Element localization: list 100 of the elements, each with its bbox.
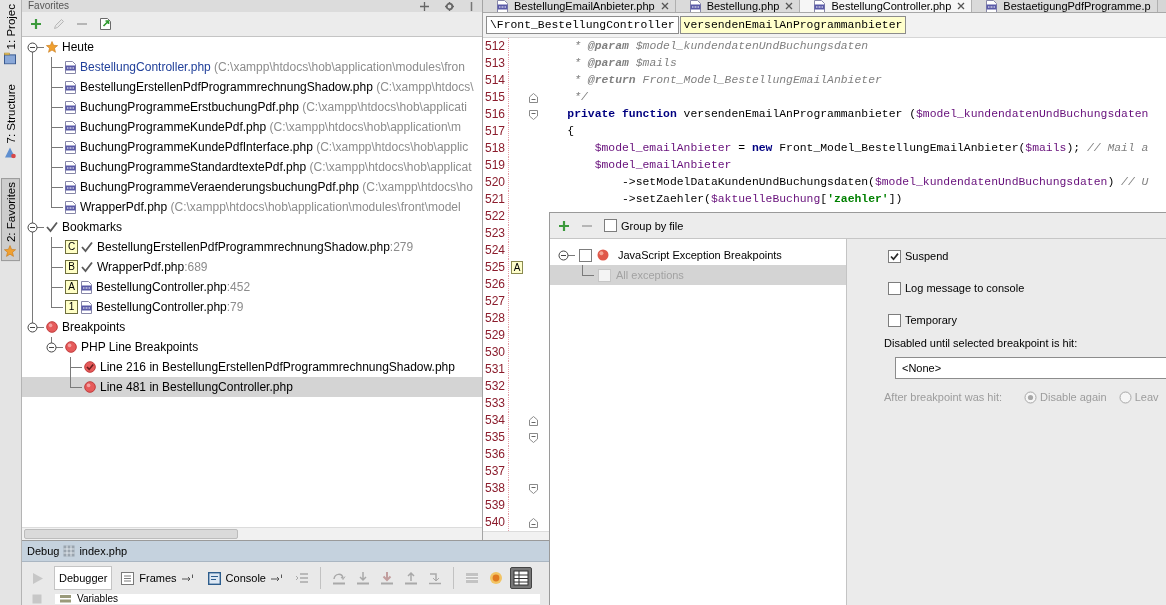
scrollbar[interactable]	[483, 531, 549, 540]
line-number: 522	[483, 208, 509, 225]
tree-item[interactable]: BuchungProgrammeKundePdf.php (C:\xampp\htdocs\hob\application\m	[22, 117, 465, 137]
tree-item[interactable]: PHP Line Breakpoints	[22, 337, 203, 357]
editor-tab[interactable]: BestaetigungPdfProgramme.p	[972, 0, 1158, 12]
tree-item[interactable]: Line 481 in BestellungController.php	[22, 377, 482, 397]
checkbox[interactable]	[604, 219, 617, 232]
tree-item[interactable]: BuchungProgrammeVeraenderungsbuchungPdf.php (C:\xampp\htdocs\ho	[22, 177, 477, 197]
code-line: private function versendenEmailAnProgrammanbieter ($model_kundendatenUndBuchungsdaten	[567, 107, 1149, 122]
expander-icon[interactable]	[27, 221, 38, 233]
checkmark-icon	[81, 261, 93, 273]
checkbox[interactable]	[888, 281, 901, 295]
tool-window-button[interactable]: 1: Projec	[1, 0, 20, 69]
tab[interactable]: Console	[202, 566, 288, 590]
fold-marker-icon[interactable]	[529, 517, 538, 528]
export-button[interactable]	[99, 17, 112, 31]
editor-tab[interactable]: BestellungEmailAnbieter.php	[483, 0, 676, 12]
checkmark-icon	[81, 241, 93, 253]
expander-icon[interactable]	[558, 249, 569, 261]
tree-item[interactable]: BuchungProgrammeStandardtextePdf.php (C:\xampp\htdocs\hob\applicat	[22, 157, 476, 177]
file-icon	[497, 0, 508, 12]
fold-marker-icon[interactable]	[529, 92, 538, 103]
breadcrumb[interactable]: versendenEmailAnProgrammanbieter	[679, 16, 907, 34]
add-button[interactable]	[30, 18, 42, 30]
bookmark-mnemonic: A	[65, 280, 78, 294]
line-number: 530	[483, 344, 509, 361]
dropdown[interactable]: <None>	[895, 357, 1166, 379]
pencil-icon	[53, 18, 65, 30]
settings-icon[interactable]	[444, 1, 455, 11]
bars-icon	[60, 595, 71, 603]
bar-icon[interactable]	[469, 1, 474, 11]
checkbox-label[interactable]: Group by file	[621, 219, 684, 232]
bookmark-mnemonic: 1	[65, 300, 78, 314]
checkbox-label[interactable]: Suspend	[905, 250, 949, 262]
tool-window-button[interactable]: 7: Structure	[1, 80, 20, 163]
code-line: {	[567, 124, 575, 139]
code-line: $model_emailAnbieter	[594, 158, 732, 173]
scrollbar-thumb[interactable]	[24, 529, 238, 539]
file-icon	[81, 280, 92, 294]
console-icon	[207, 571, 221, 585]
expander-icon[interactable]	[27, 321, 38, 333]
tree-item[interactable]: C BestellungErstellenPdfProgrammrechnungShadow.php:279	[22, 237, 418, 257]
step-into-icon	[379, 571, 394, 585]
expander-icon[interactable]	[46, 341, 57, 353]
star-icon	[4, 244, 17, 257]
fold-marker-icon[interactable]	[529, 483, 538, 494]
line-number: 533	[483, 395, 509, 412]
line-number: 528	[483, 310, 509, 327]
tree-item[interactable]: A BestellungController.php:452	[22, 277, 255, 297]
editor-tab[interactable]: BestellungController.php	[800, 0, 973, 12]
tree-item[interactable]: 1 BestellungController.php:79	[22, 297, 248, 317]
fold-marker-icon[interactable]	[529, 415, 538, 426]
code-line: * @return Front_Model_BestellungEmailAnbieter	[574, 73, 882, 88]
pin-arrow-icon[interactable]	[270, 574, 283, 582]
frames-icon	[121, 571, 135, 585]
code-line: * @param $model_kundendatenUndBuchungsdaten	[574, 39, 869, 54]
tree-item[interactable]: B WrapperPdf.php:689	[22, 257, 212, 277]
cross-icon[interactable]	[419, 1, 430, 11]
session-tab[interactable]: index.php	[79, 545, 128, 557]
checkbox[interactable]	[579, 248, 592, 262]
expander-icon[interactable]	[27, 41, 38, 53]
tree-item[interactable]: BestellungController.php (C:\xampp\htdocs\hob\application\modules\fron	[22, 57, 469, 77]
breakpoint-icon	[46, 321, 58, 333]
fold-marker-icon[interactable]	[529, 432, 538, 443]
tree-item[interactable]: WrapperPdf.php (C:\xampp\htdocs\hob\application\modules\front\model	[22, 197, 465, 217]
tree-item[interactable]: Breakpoints	[22, 317, 130, 337]
checkbox-label[interactable]: Log message to console	[905, 282, 1025, 294]
tab[interactable]: Frames	[116, 566, 199, 590]
checkbox[interactable]	[888, 313, 901, 327]
tree-item[interactable]: JavaScript Exception Breakpoints	[550, 245, 786, 265]
code-line: * @param $mails	[574, 56, 677, 71]
tree-item[interactable]: BestellungErstellenPdfProgrammrechnungShadow.php (C:\xampp\htdocs\	[22, 77, 478, 97]
add-button[interactable]	[558, 219, 570, 232]
line-number: 513	[483, 55, 509, 72]
tab[interactable]: Debugger	[54, 566, 113, 590]
toolbar-button[interactable]	[509, 567, 532, 589]
line-number: 537	[483, 463, 509, 480]
circle-icon	[488, 571, 503, 585]
breadcrumb[interactable]: \Front_BestellungController	[486, 16, 679, 34]
tool-window-button[interactable]: 2: Favorites	[1, 177, 20, 261]
file-icon	[65, 160, 76, 174]
step-out-icon	[403, 571, 418, 585]
tree-item[interactable]: BuchungProgrammeErstbuchungPdf.php (C:\xampp\htdocs\hob\applicati	[22, 97, 471, 117]
editor-tab[interactable]: Bestellung.php	[675, 0, 801, 12]
close-icon[interactable]	[660, 2, 669, 10]
tree-item[interactable]: Heute	[22, 37, 99, 57]
pin-arrow-icon[interactable]	[181, 574, 194, 582]
line-number: 516	[483, 106, 509, 123]
bookmark-mnemonic: B	[65, 260, 78, 274]
section-header: Variables	[77, 594, 118, 604]
grid-icon	[512, 570, 529, 586]
close-icon[interactable]	[785, 2, 794, 10]
checkbox[interactable]	[888, 249, 901, 263]
fold-marker-icon[interactable]	[529, 109, 538, 120]
bookmark-mnemonic: C	[65, 240, 78, 254]
line-number: 535	[483, 429, 509, 446]
tree-item[interactable]: Bookmarks	[22, 217, 127, 237]
tree-item[interactable]: BuchungProgrammeKundePdfInterface.php (C:\xampp\htdocs\hob\applic	[22, 137, 473, 157]
checkbox-label[interactable]: Temporary	[905, 314, 957, 326]
close-icon[interactable]	[957, 2, 966, 10]
